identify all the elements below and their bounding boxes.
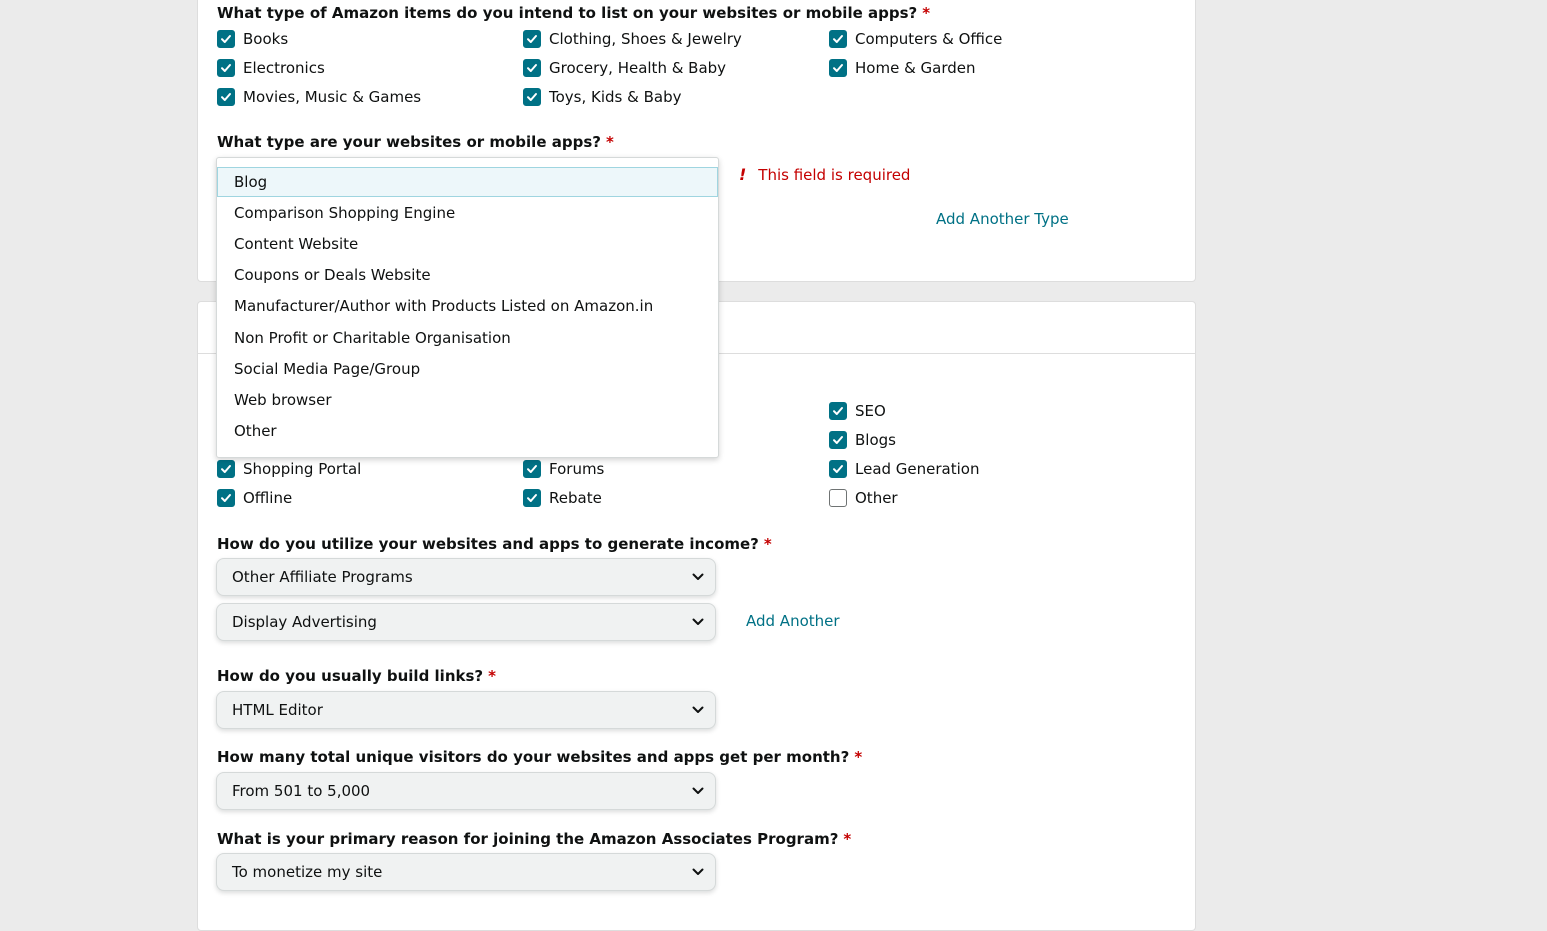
option-comparison-shopping[interactable]: Comparison Shopping Engine: [217, 198, 718, 228]
checkbox-label: Clothing, Shoes & Jewelry: [549, 30, 742, 48]
select-value: From 501 to 5,000: [232, 782, 371, 800]
checkbox-label: Computers & Office: [855, 30, 1003, 48]
checkbox-label: Other: [855, 489, 898, 507]
income-question-text: How do you utilize your websites and app…: [217, 535, 759, 553]
select-value: Display Advertising: [232, 613, 377, 631]
check-icon[interactable]: [829, 431, 847, 449]
visitors-question: How many total unique visitors do your w…: [217, 748, 862, 766]
check-icon[interactable]: [523, 88, 541, 106]
add-another-type-link[interactable]: Add Another Type: [936, 210, 1069, 228]
chevron-down-icon: [692, 706, 704, 713]
required-asterisk: *: [605, 133, 614, 151]
checkbox-clothing[interactable]: Clothing, Shoes & Jewelry: [523, 30, 742, 48]
checkbox-label: Grocery, Health & Baby: [549, 59, 727, 77]
income-select-2[interactable]: Display Advertising: [216, 603, 716, 641]
checkbox-label: Lead Generation: [855, 460, 980, 478]
option-social-media[interactable]: Social Media Page/Group: [217, 354, 718, 384]
visitors-question-text: How many total unique visitors do your w…: [217, 748, 850, 766]
check-icon[interactable]: [523, 460, 541, 478]
option-coupons-deals[interactable]: Coupons or Deals Website: [217, 260, 718, 290]
checkbox-label: Home & Garden: [855, 59, 976, 77]
items-question-text: What type of Amazon items do you intend …: [217, 4, 918, 22]
links-select[interactable]: HTML Editor: [216, 691, 716, 729]
chevron-down-icon: [692, 573, 704, 580]
required-asterisk: *: [488, 667, 496, 685]
checkbox-label: Shopping Portal: [243, 460, 362, 478]
checkbox-label: Forums: [549, 460, 605, 478]
select-value: To monetize my site: [232, 863, 383, 881]
checkbox-lead-generation[interactable]: Lead Generation: [829, 460, 979, 478]
option-web-browser[interactable]: Web browser: [217, 385, 718, 415]
check-icon[interactable]: [217, 489, 235, 507]
required-asterisk: *: [854, 748, 863, 766]
check-icon[interactable]: [217, 30, 235, 48]
check-icon[interactable]: [829, 402, 847, 420]
checkbox-books[interactable]: Books: [217, 30, 288, 48]
option-manufacturer-author[interactable]: Manufacturer/Author with Products Listed…: [217, 291, 718, 321]
required-asterisk: *: [763, 535, 772, 553]
type-question: What type are your websites or mobile ap…: [217, 133, 614, 151]
checkbox-label: SEO: [855, 402, 886, 420]
checkbox-label: Blogs: [855, 431, 896, 449]
select-value: Other Affiliate Programs: [232, 568, 413, 586]
links-question: How do you usually build links? *: [217, 667, 496, 685]
checkbox-other[interactable]: Other: [829, 489, 898, 507]
option-content-website[interactable]: Content Website: [217, 229, 718, 259]
chevron-down-icon: [692, 787, 704, 794]
check-icon[interactable]: [523, 59, 541, 77]
chevron-down-icon: [692, 868, 704, 875]
checkbox-label: Rebate: [549, 489, 602, 507]
add-another-link[interactable]: Add Another: [746, 612, 840, 630]
checkbox-label: Toys, Kids & Baby: [549, 88, 682, 106]
checkbox-offline[interactable]: Offline: [217, 489, 292, 507]
exclamation-icon: !: [739, 165, 747, 184]
option-non-profit[interactable]: Non Profit or Charitable Organisation: [217, 323, 718, 353]
type-error: ! This field is required: [739, 165, 910, 184]
reason-select[interactable]: To monetize my site: [216, 853, 716, 891]
reason-question: What is your primary reason for joining …: [217, 830, 851, 848]
check-icon[interactable]: [217, 88, 235, 106]
option-blog[interactable]: Blog: [217, 167, 718, 197]
checkbox-label: Offline: [243, 489, 293, 507]
check-icon[interactable]: [217, 59, 235, 77]
checkbox-empty[interactable]: [829, 489, 847, 507]
check-icon[interactable]: [217, 460, 235, 478]
check-icon[interactable]: [829, 460, 847, 478]
checkbox-toys[interactable]: Toys, Kids & Baby: [523, 88, 681, 106]
checkbox-computers[interactable]: Computers & Office: [829, 30, 1002, 48]
checkbox-home-garden[interactable]: Home & Garden: [829, 59, 976, 77]
option-other[interactable]: Other: [217, 416, 718, 446]
income-select-1[interactable]: Other Affiliate Programs: [216, 558, 716, 596]
required-asterisk: *: [922, 4, 931, 22]
checkbox-blogs[interactable]: Blogs: [829, 431, 896, 449]
visitors-select[interactable]: From 501 to 5,000: [216, 772, 716, 810]
type-question-text: What type are your websites or mobile ap…: [217, 133, 601, 151]
checkbox-label: Books: [243, 30, 289, 48]
income-question: How do you utilize your websites and app…: [217, 535, 772, 553]
checkbox-shopping-portal[interactable]: Shopping Portal: [217, 460, 361, 478]
check-icon[interactable]: [829, 30, 847, 48]
check-icon[interactable]: [523, 489, 541, 507]
checkbox-electronics[interactable]: Electronics: [217, 59, 325, 77]
check-icon[interactable]: [523, 30, 541, 48]
checkbox-movies[interactable]: Movies, Music & Games: [217, 88, 421, 106]
select-value: HTML Editor: [232, 701, 323, 719]
items-question: What type of Amazon items do you intend …: [217, 4, 930, 22]
links-question-text: How do you usually build links?: [217, 667, 484, 685]
type-error-text: This field is required: [758, 165, 911, 184]
checkbox-label: Movies, Music & Games: [243, 88, 422, 106]
website-type-dropdown[interactable]: Blog Comparison Shopping Engine Content …: [216, 157, 719, 458]
chevron-down-icon: [692, 618, 704, 625]
checkbox-forums[interactable]: Forums: [523, 460, 604, 478]
checkbox-seo[interactable]: SEO: [829, 402, 886, 420]
checkbox-grocery[interactable]: Grocery, Health & Baby: [523, 59, 726, 77]
checkbox-label: Electronics: [243, 59, 325, 77]
checkbox-rebate[interactable]: Rebate: [523, 489, 602, 507]
check-icon[interactable]: [829, 59, 847, 77]
required-asterisk: *: [843, 830, 852, 848]
reason-question-text: What is your primary reason for joining …: [217, 830, 839, 848]
